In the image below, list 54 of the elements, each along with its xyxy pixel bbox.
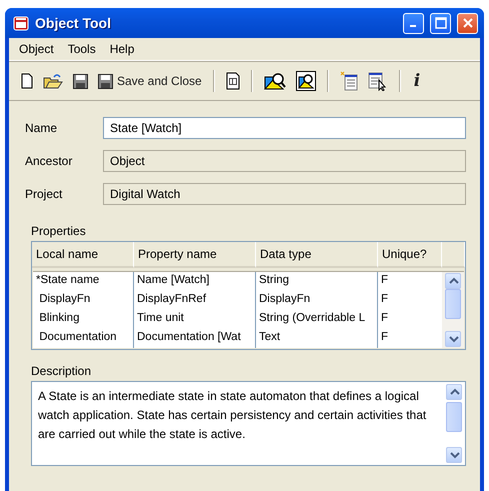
maximize-button[interactable] [430,12,451,34]
section-label: Properties [31,224,87,238]
close-button[interactable] [457,12,478,34]
column-header[interactable]: Property name [134,242,256,268]
column-header[interactable]: Data type [256,242,378,268]
open-folder-icon [43,73,63,89]
scrollbar-thumb[interactable] [446,402,462,432]
table-cell: Documentation [Wat [134,329,256,348]
minimize-icon [410,25,416,27]
column-header[interactable]: Unique? [378,242,442,268]
table-cell: DisplayFn [33,291,134,310]
text-field[interactable]: State [Watch] [103,117,466,139]
table-cell: Blinking [33,310,134,329]
window-title: Object Tool [35,15,112,31]
table-cell-text: F [380,292,390,307]
table-cell-text: F [380,311,390,326]
table-cell: Name [Watch] [134,272,256,291]
save-and-close-button[interactable]: Save and Close [94,69,206,93]
shapes-icon [264,72,286,90]
table-cell: Documentation [33,329,134,348]
column-header[interactable]: Local name [32,242,134,268]
scroll-up-button[interactable] [446,384,462,400]
scroll-down-button[interactable] [445,331,461,347]
table-cell: String (Overridable L [256,310,378,329]
table-cell: Time unit [134,310,256,329]
minimize-button[interactable] [403,12,424,34]
menu-item[interactable]: Help [104,41,140,57]
close-icon [462,18,472,28]
table-cell-text: F [380,273,390,288]
field-label: Project [25,187,64,201]
info-button[interactable]: i [408,69,426,93]
table-cell: DisplayFnRef [134,291,256,310]
field-label: Name [25,121,58,135]
table-cell: *State name [33,272,134,291]
scroll-down-button[interactable] [446,447,462,463]
scrollbar-thumb[interactable] [445,289,461,319]
new-document-icon [21,73,33,89]
section-label: Description [31,364,92,378]
list-pointer-icon [368,71,388,91]
table-cell-text: F [380,330,390,345]
header-filler [442,242,465,268]
id-card-icon [226,72,240,90]
app-icon [13,15,29,31]
table-cell: Text [256,329,378,348]
scroll-up-button[interactable] [445,273,461,289]
framed-shapes-icon [296,71,316,91]
field-label: Ancestor [25,154,74,168]
table-cell: DisplayFn [256,291,378,310]
description-field[interactable]: A State is an intermediate state in state automaton that defines a logical watch application. State has certain persistency and certain activities that are carried out while the state is active. [31,381,466,466]
new-list-icon [340,71,358,91]
menu-item[interactable]: Tools [62,41,102,57]
maximize-icon [434,17,446,29]
menu-item[interactable]: Object [13,41,60,57]
table-cell: String [256,272,378,291]
